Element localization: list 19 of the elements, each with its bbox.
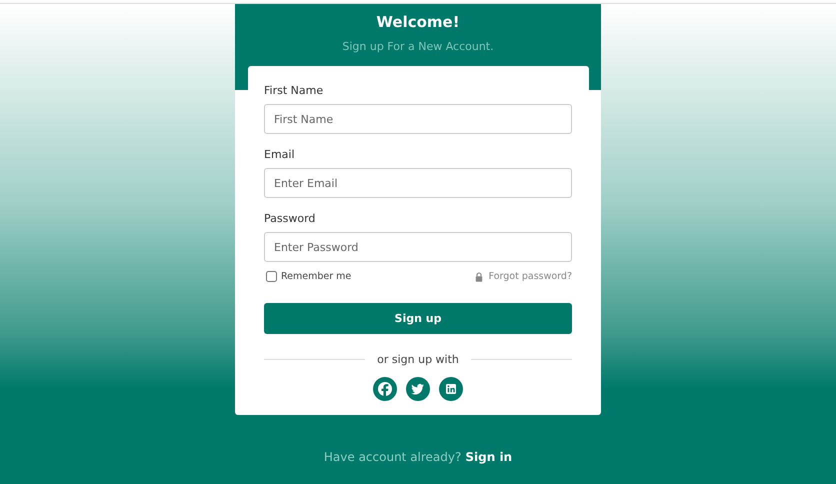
input-field[interactable]: First Name <box>264 104 572 134</box>
input-field[interactable]: Enter Password <box>264 232 572 262</box>
linkedin-button[interactable] <box>439 377 463 401</box>
divider-label: or sign up with <box>377 353 459 366</box>
remember-checkbox[interactable] <box>266 271 277 282</box>
subtitle: Sign up For a New Account. <box>342 40 494 53</box>
forgot-password-link[interactable]: Forgot password? <box>488 271 572 282</box>
input-field[interactable]: Enter Email <box>264 168 572 198</box>
field-label: Password <box>264 212 316 225</box>
welcome-title: Welcome! <box>376 13 460 31</box>
remember-label: Remember me <box>281 271 352 282</box>
lock-icon <box>474 272 483 282</box>
sign-up-button[interactable]: Sign up <box>264 303 572 334</box>
facebook-button[interactable] <box>373 377 397 401</box>
field-label: Email <box>264 148 296 161</box>
field-label: First Name <box>264 84 324 97</box>
sign-in-link[interactable]: Sign in <box>465 450 512 464</box>
bird-button[interactable] <box>406 377 430 401</box>
footer-text: Have account already? <box>324 450 462 464</box>
